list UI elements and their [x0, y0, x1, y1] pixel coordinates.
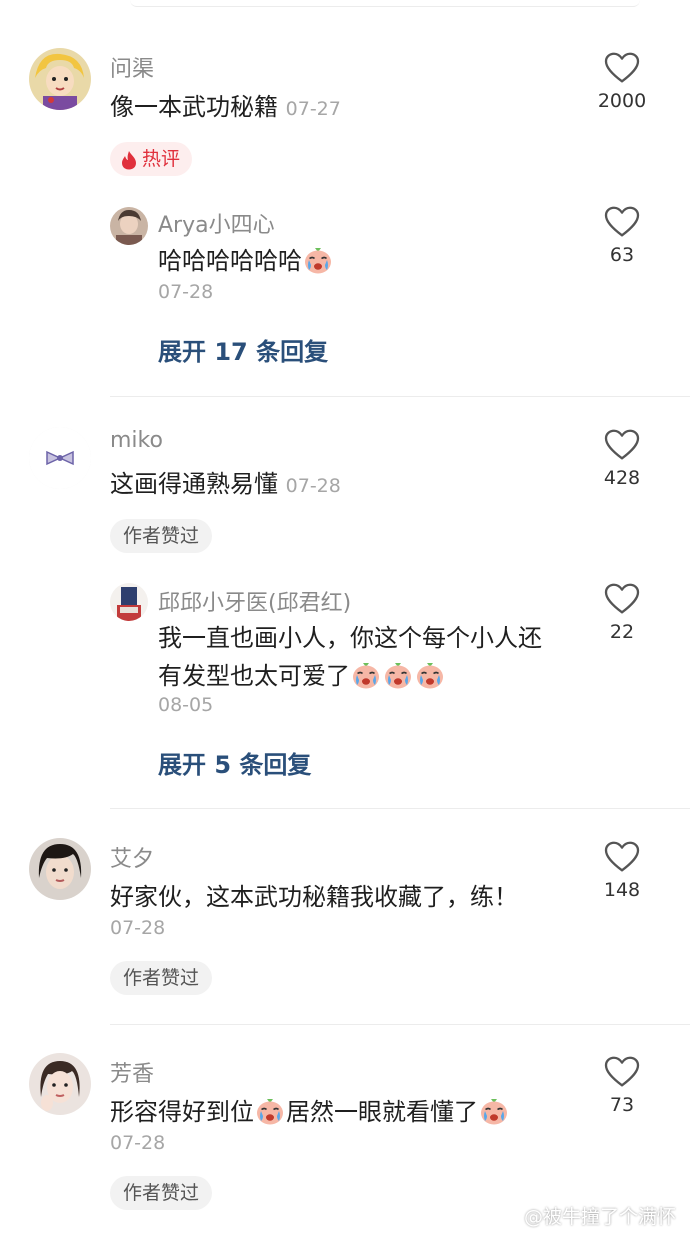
author-liked-badge: 作者赞过 [110, 961, 213, 995]
comment-text: 形容得好到位 居然一眼就看懂了 [110, 1094, 510, 1130]
username[interactable]: miko [110, 428, 163, 453]
crying-face-emoji-icon [303, 245, 333, 275]
reply-username[interactable]: 邱邱小牙医(邱君红) [158, 585, 351, 617]
crying-face-emoji-icon [415, 660, 445, 690]
badge-label: 热评 [142, 148, 181, 170]
divider [110, 396, 690, 397]
reply-username[interactable]: Arya小四心 [158, 207, 275, 239]
like-count: 148 [603, 879, 641, 901]
reply-text: 哈哈哈哈哈哈 [158, 243, 334, 279]
heart-outline-icon[interactable] [604, 206, 640, 238]
avatar[interactable] [29, 1053, 91, 1115]
avatar[interactable] [110, 583, 148, 621]
weibo-logo-icon [496, 1209, 519, 1227]
like-button[interactable]: 428 [582, 429, 662, 489]
avatar[interactable] [29, 838, 91, 900]
reply-date: 07-28 [158, 281, 214, 303]
reply-body: 哈哈哈哈哈哈 [158, 247, 302, 275]
reply-text: 有发型也太可爱了 [158, 658, 446, 694]
reply-body-line: 我一直也画小人，你这个每个小人还 [158, 624, 542, 652]
heart-outline-icon[interactable] [604, 429, 640, 461]
like-button[interactable]: 2000 [582, 52, 662, 112]
comment-text: 这画得通熟易懂 07-28 [110, 466, 341, 504]
like-button[interactable]: 22 [582, 583, 662, 643]
like-count: 2000 [597, 90, 647, 112]
divider [110, 1024, 690, 1025]
avatar[interactable] [29, 48, 91, 110]
heart-outline-icon[interactable] [604, 1056, 640, 1088]
watermark: @被牛撞了个满怀 [496, 1202, 676, 1229]
comment-body: 好家伙，这本武功秘籍我收藏了，练！ [110, 883, 518, 911]
like-button[interactable]: 148 [582, 841, 662, 901]
expand-replies-link[interactable]: 展开 5 条回复 [158, 745, 311, 780]
like-count: 63 [609, 244, 635, 266]
comment-date: 07-28 [285, 475, 341, 497]
comment-date: 07-27 [285, 98, 341, 120]
avatar[interactable] [110, 207, 148, 245]
heart-outline-icon[interactable] [604, 52, 640, 84]
author-liked-badge: 作者赞过 [110, 519, 213, 553]
username[interactable]: 问渠 [110, 51, 154, 83]
crying-face-emoji-icon [351, 660, 381, 690]
comment-body: 形容得好到位 [110, 1098, 254, 1126]
divider [110, 808, 690, 809]
comment-text: 像一本武功秘籍 07-27 [110, 89, 341, 127]
like-count: 428 [603, 467, 641, 489]
comment-body: 像一本武功秘籍 [110, 93, 278, 121]
reply-body-line: 有发型也太可爱了 [158, 662, 350, 690]
avatar[interactable] [29, 427, 91, 489]
crying-face-emoji-icon [383, 660, 413, 690]
username[interactable]: 艾夕 [110, 841, 154, 873]
reply-text: 我一直也画小人，你这个每个小人还 [158, 620, 542, 656]
crying-face-emoji-icon [255, 1096, 285, 1126]
like-count: 22 [609, 621, 635, 643]
comment-date: 07-28 [110, 917, 166, 939]
comment-body: 居然一眼就看懂了 [286, 1098, 478, 1126]
like-button[interactable]: 63 [582, 206, 662, 266]
like-count: 73 [609, 1094, 635, 1116]
like-button[interactable]: 73 [582, 1056, 662, 1116]
crying-face-emoji-icon [479, 1096, 509, 1126]
comment-text: 好家伙，这本武功秘籍我收藏了，练！ [110, 879, 518, 915]
author-liked-badge: 作者赞过 [110, 1176, 213, 1210]
watermark-text: @被牛撞了个满怀 [523, 1206, 676, 1228]
expand-replies-link[interactable]: 展开 17 条回复 [158, 332, 328, 367]
hot-comment-badge: 热评 [110, 142, 193, 176]
top-bar-edge [130, 0, 640, 7]
flame-icon [122, 150, 136, 169]
comment-body: 这画得通熟易懂 [110, 470, 278, 498]
heart-outline-icon[interactable] [604, 841, 640, 873]
comment-date: 07-28 [110, 1132, 166, 1154]
username[interactable]: 芳香 [110, 1056, 154, 1088]
reply-date: 08-05 [158, 694, 214, 716]
heart-outline-icon[interactable] [604, 583, 640, 615]
